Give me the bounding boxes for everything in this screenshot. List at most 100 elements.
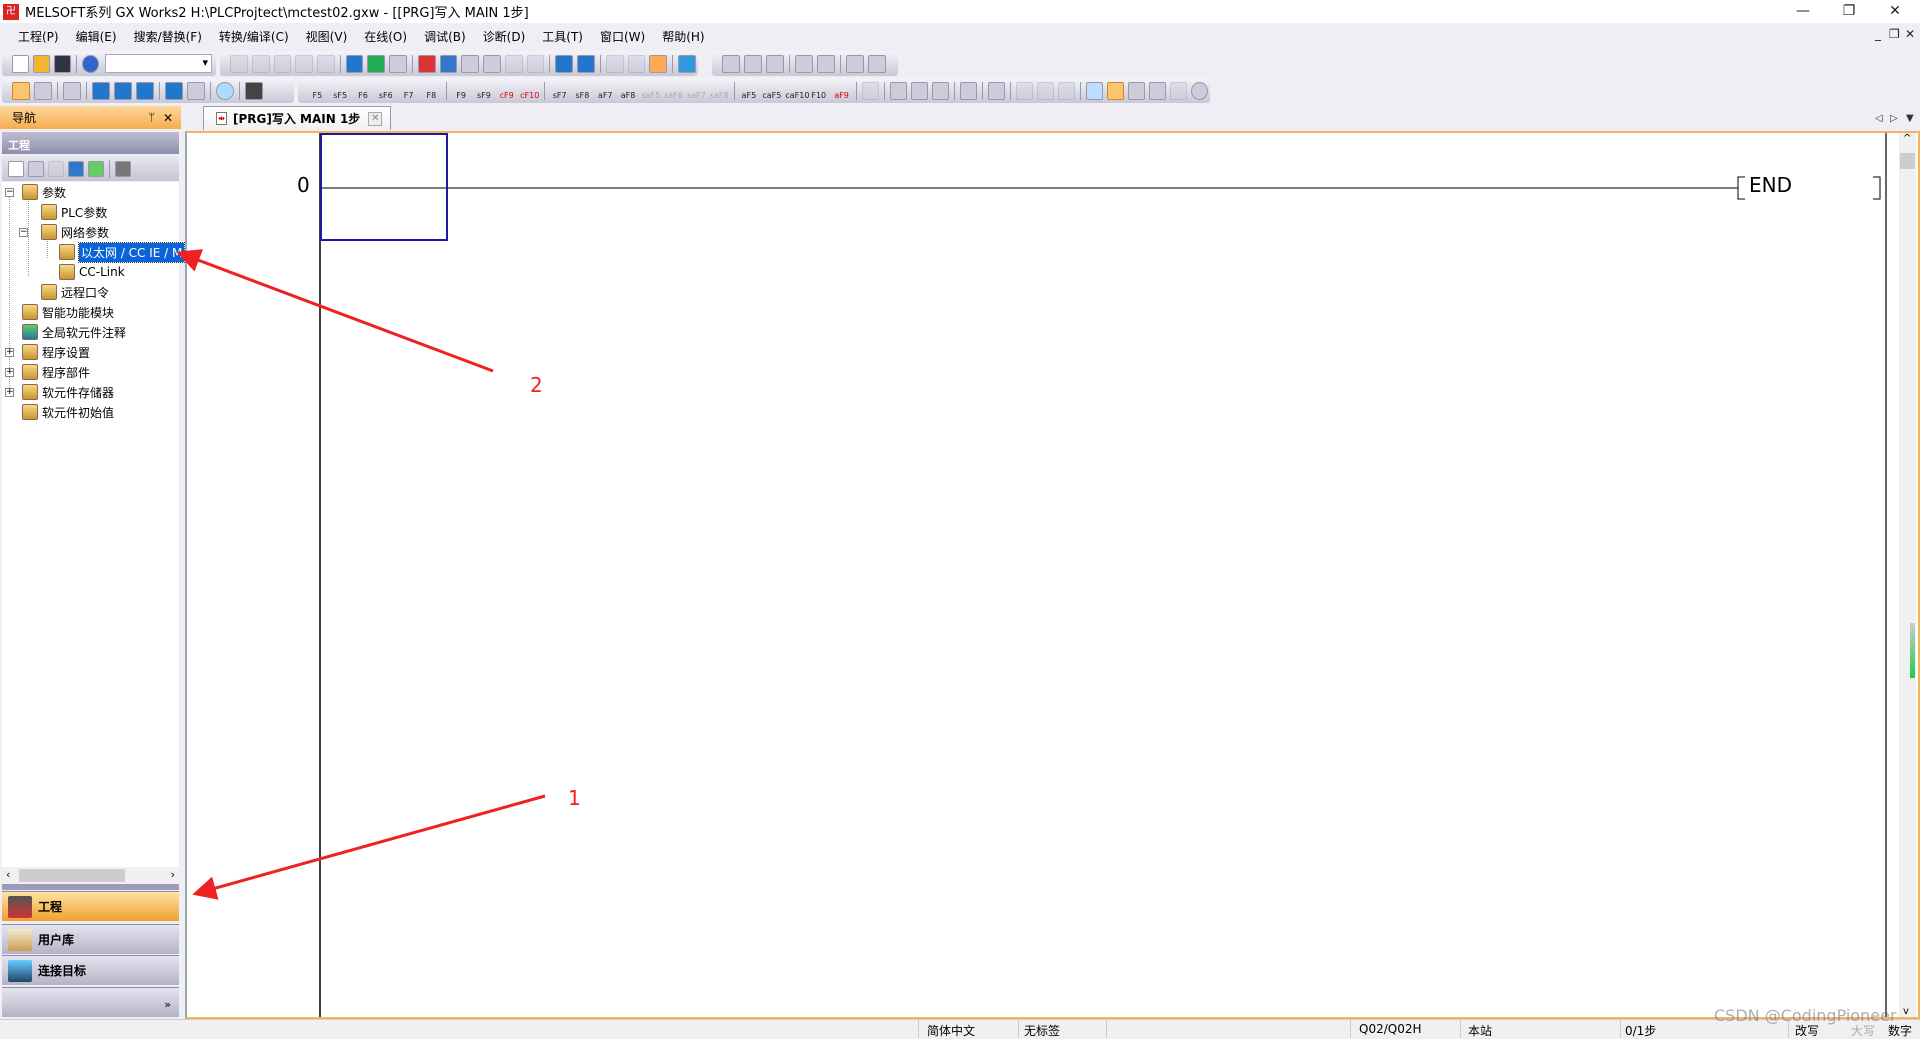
monitor-mode-icon[interactable] [1127,81,1145,100]
navigation-window-icon[interactable] [12,81,30,100]
tab-prg-main[interactable]: ⇹ [PRG]写入 MAIN 1步 ✕ [203,106,392,130]
tree-item-network-parameter[interactable]: − 网络参数 [19,222,109,242]
coil-button[interactable]: F7 [399,82,418,100]
device-icon[interactable] [367,54,386,73]
paste-icon[interactable] [273,54,292,73]
tree-item-cc-link[interactable]: CC-Link [59,262,125,282]
close-button[interactable]: ✕ [1872,0,1918,23]
module-config-icon[interactable] [115,160,131,177]
invert-button[interactable]: caF10 [785,82,809,100]
list-icon[interactable] [1015,81,1033,100]
menu-convert-compile[interactable]: 转换/编译(C) [219,28,289,45]
verify-icon[interactable] [461,54,480,73]
device-watch-icon[interactable] [165,81,183,100]
collapse-icon[interactable]: − [19,227,28,237]
menu-tool[interactable]: 工具(T) [542,28,583,45]
pin-icon[interactable]: ᛘ [148,111,155,124]
tree-item-ethernet-cc-ie[interactable]: 以太网 / CC IE / M [59,241,186,263]
save-icon[interactable] [53,54,71,73]
comment-edit-icon[interactable] [889,81,907,100]
saf8-button[interactable]: saF8 [710,82,729,100]
navigation-close-button[interactable]: ✕ [163,111,173,125]
tree-item-intelligent-module[interactable]: 智能功能模块 [22,302,114,322]
menu-diagnostics[interactable]: 诊断(D) [483,28,526,45]
tab-close-button[interactable]: ✕ [368,111,383,126]
refresh-icon[interactable] [88,160,104,177]
dev-monitor-icon[interactable] [1169,81,1187,100]
menu-edit[interactable]: 编辑(E) [76,28,117,45]
write-plc-icon[interactable] [417,54,436,73]
read-plc-icon[interactable] [439,54,458,73]
collapse-icon[interactable]: − [5,187,14,197]
device-batch-icon[interactable] [389,54,407,73]
output-icon[interactable] [63,81,81,100]
nav-button-connection-destination[interactable]: 连接目标 [2,955,179,985]
comment-display-icon[interactable] [959,81,977,100]
trace-icon[interactable] [846,54,864,73]
tab-list-icon[interactable]: ▼ [1906,113,1914,124]
expand-icon[interactable]: + [5,367,14,377]
tree-item-pou[interactable]: + 程序部件 [5,362,90,382]
editor-vertical-scrollbar[interactable]: ^ v [1899,133,1916,1017]
tree-item-program-setting[interactable]: + 程序设置 [5,342,90,362]
doc2-icon[interactable] [627,54,646,73]
menu-online[interactable]: 在线(O) [364,28,407,45]
binoculars-icon[interactable] [245,81,263,100]
help-icon[interactable] [81,54,99,73]
device-test-icon[interactable] [555,54,574,73]
timing-chart-icon[interactable] [766,54,784,73]
parallel-nc-button[interactable]: sF6 [376,82,395,100]
saf7-button[interactable]: saF7 [687,82,706,100]
saf6-button[interactable]: saF6 [664,82,683,100]
vline-button[interactable]: sF9 [475,82,494,100]
mdi-minimize-button[interactable]: _ [1875,27,1881,41]
restore-button[interactable]: ❐ [1826,0,1872,23]
rising-edge-button[interactable]: aF5 [740,82,759,100]
tree-horizontal-scrollbar[interactable]: ‹ › [2,867,179,884]
monitor2-icon[interactable] [526,54,545,73]
menu-debug[interactable]: 调试(B) [424,28,466,45]
parallel-falling-button[interactable]: aF8 [619,82,638,100]
tree-item-global-comment[interactable]: 全局软元件注释 [22,322,126,342]
redo-icon[interactable] [317,54,335,73]
device-table-icon[interactable] [114,81,132,100]
falling-pulse-button[interactable]: sF8 [573,82,592,100]
mdi-close-button[interactable]: ✕ [1905,27,1915,41]
open-icon[interactable] [32,54,50,73]
note-edit-icon[interactable] [931,81,949,100]
tab-scroll-right-icon[interactable]: ▷ [1890,113,1898,124]
expand-icon[interactable]: + [5,387,14,397]
zoom-out-icon[interactable] [1036,81,1054,100]
contact-no-button[interactable]: F5 [308,82,327,100]
project-combo[interactable] [104,54,212,73]
tree-item-plc-parameter[interactable]: PLC参数 [41,202,107,222]
tree-item-parameters[interactable]: − 参数 [5,182,66,202]
monitor-icon[interactable] [504,54,523,73]
nav-more-button[interactable]: » [2,987,179,1017]
parallel-no-button[interactable]: sF5 [331,82,350,100]
menu-help[interactable]: 帮助(H) [662,28,704,45]
trace2-icon[interactable] [868,54,886,73]
saf5-button[interactable]: saF5 [641,82,660,100]
statement-display-icon[interactable] [987,81,1005,100]
delete-hline-button[interactable]: cF9 [497,82,516,100]
doc3-icon[interactable] [649,54,668,73]
instruction-button[interactable]: F8 [422,82,441,100]
ladder-write-mode-icon[interactable] [1106,81,1124,100]
mdi-restore-button[interactable]: ❐ [1889,27,1900,41]
falling-edge-button[interactable]: caF5 [762,82,781,100]
find-device-icon[interactable] [187,81,205,100]
hline-button[interactable]: F9 [452,82,471,100]
copy-data-icon[interactable] [28,160,44,177]
zoom-icon[interactable] [1191,81,1209,100]
ladder-mode-icon[interactable] [1085,81,1103,100]
undo-icon[interactable] [295,54,313,73]
contact-nc-button[interactable]: F6 [354,82,373,100]
minimize-button[interactable]: — [1780,0,1826,23]
rising-pulse-button[interactable]: sF7 [550,82,569,100]
line-input-button[interactable]: F10 [809,82,828,100]
paste-data-icon[interactable] [48,160,64,177]
st-icon[interactable] [861,81,879,100]
device-edit-icon[interactable] [577,54,595,73]
statement-edit-icon[interactable] [910,81,928,100]
